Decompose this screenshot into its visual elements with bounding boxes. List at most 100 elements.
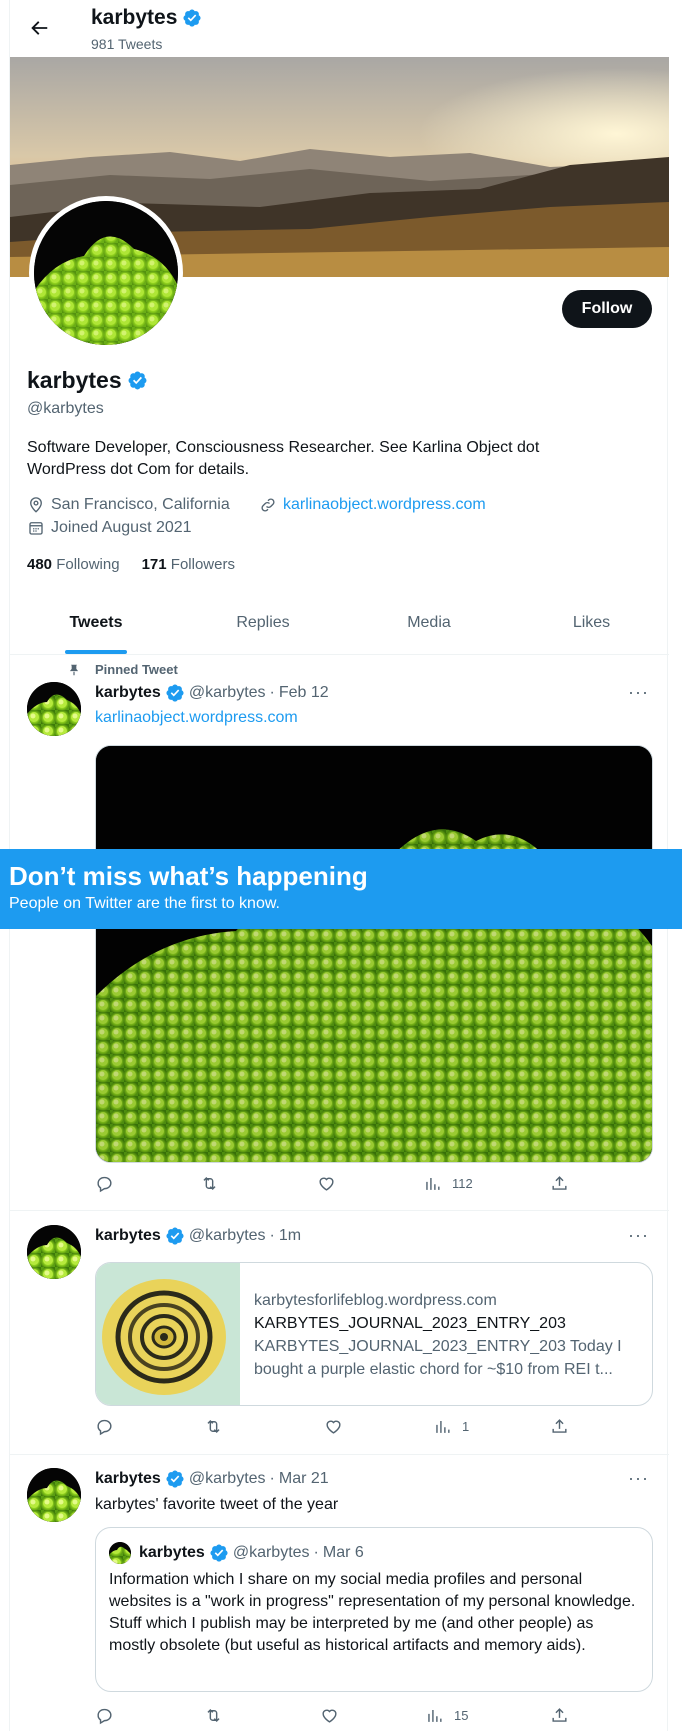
verified-badge-icon [209,1543,229,1563]
tab-label: Tweets [69,614,123,631]
retweet-icon [203,1176,216,1191]
joined-text: Joined August 2021 [51,519,192,536]
calendar-icon [29,522,43,535]
tweet-author-name[interactable]: karbytes [95,1470,161,1488]
share-button[interactable] [550,1417,569,1436]
tab-media[interactable]: Media [344,602,514,654]
like-button[interactable] [317,1174,336,1193]
tweet-text: karbytes' favorite tweet of the year [95,1496,339,1513]
link-preview-card[interactable]: karbytesforlifeblog.wordpress.com KARBYT… [95,1262,653,1406]
tweet-avatar[interactable] [27,682,81,736]
quoted-separator: · [313,1544,319,1561]
location-pin-icon [30,497,42,513]
tab-likes[interactable]: Likes [514,602,669,654]
quoted-time: Mar 6 [322,1544,364,1561]
reply-button[interactable] [95,1417,114,1436]
tweet-media-image[interactable] [95,745,653,1163]
profile-header: karbytes 981 Tweets [10,0,669,57]
profile-website[interactable]: karlinaobject.wordpress.com [259,496,486,514]
like-button[interactable] [324,1417,343,1436]
tweet-link-text[interactable]: karlinaobject.wordpress.com [95,707,298,729]
back-arrow-icon[interactable] [28,17,50,39]
tweet-avatar[interactable] [27,1468,81,1522]
verified-badge-icon [165,1469,185,1489]
tab-label: Likes [572,614,611,631]
website-link[interactable]: karlinaobject.wordpress.com [283,496,486,514]
quoted-author-handle: @karbytes [232,1544,310,1561]
follow-button[interactable]: Follow [562,290,652,328]
tweet-separator: · [269,1227,275,1244]
tab-tweets[interactable]: Tweets [10,602,182,654]
link-card-domain: karbytesforlifeblog.wordpress.com [254,1292,497,1309]
tweet-actions: 15 [95,1706,567,1726]
reply-button[interactable] [95,1174,114,1193]
share-button[interactable] [550,1174,569,1193]
tweet-header: karbytes @karbytes · 1m [95,1226,301,1246]
tweet-author-name[interactable]: karbytes [95,1227,161,1245]
views-count: 15 [454,1708,469,1723]
tweet-author-handle[interactable]: @karbytes [189,1470,266,1488]
quoted-author-name: karbytes [139,1544,205,1561]
tweet-separator: · [269,684,275,701]
tab-replies[interactable]: Replies [182,602,344,654]
signup-banner-title: Don’t miss what’s happening [9,861,368,891]
views-chart-icon [428,1709,442,1722]
more-options-icon[interactable]: ··· [628,682,649,703]
link-card-body: karbytesforlifeblog.wordpress.com KARBYT… [240,1263,652,1405]
signup-banner-subtitle: People on Twitter are the first to know. [9,895,280,912]
tweet-actions: 1 [95,1417,567,1437]
pinned-label: Pinned Tweet [95,662,178,677]
profile-bio: Software Developer, Consciousness Resear… [27,439,540,478]
reply-icon [97,1419,112,1436]
profile-display-name: karbytes [27,367,122,393]
header-tweet-count: 981 Tweets [91,36,163,52]
profile-avatar[interactable] [29,196,183,350]
quoted-tweet[interactable]: karbytes @karbytes · Mar 6 Information w… [95,1527,653,1692]
signup-prompt-banner[interactable]: Don’t miss what’s happening People on Tw… [0,849,682,929]
followers-label: Followers [170,556,235,573]
like-button[interactable] [320,1706,339,1725]
verified-badge-icon [182,8,202,28]
more-options-icon[interactable]: ··· [628,1468,649,1489]
retweet-button[interactable] [200,1174,219,1193]
tweet-time[interactable]: Feb 12 [279,684,329,702]
retweet-icon [207,1708,220,1723]
tweet-time[interactable]: Mar 21 [279,1470,329,1488]
quoted-tweet-text: Information which I share on my social m… [109,1571,636,1654]
views-count: 1 [462,1419,470,1434]
views-count: 112 [452,1176,473,1191]
tweet-header: karbytes @karbytes · Mar 21 [95,1469,329,1489]
verified-badge-icon [127,370,148,391]
reply-icon [97,1176,112,1193]
quoted-tweet-avatar [109,1542,131,1564]
pin-icon [69,664,79,675]
header-title: karbytes [91,6,202,30]
link-card-title: KARBYTES_JOURNAL_2023_ENTRY_203 [254,1315,566,1332]
more-options-icon[interactable]: ··· [628,1225,649,1246]
views-button[interactable]: 1 [433,1417,469,1436]
header-name: karbytes [91,6,178,29]
views-button[interactable]: 112 [423,1174,473,1193]
heart-icon [322,1709,337,1723]
following-link[interactable]: 480 Following [27,556,120,573]
link-icon [261,498,275,512]
share-icon [552,1708,567,1722]
retweet-button[interactable] [204,1417,223,1436]
reply-button[interactable] [95,1706,114,1725]
profile-tabs: Tweets Replies Media Likes [10,602,669,655]
followers-link[interactable]: 171 Followers [142,556,235,573]
tweet-author-handle[interactable]: @karbytes [189,684,266,702]
tweet-avatar[interactable] [27,1225,81,1279]
views-chart-icon [426,1177,440,1190]
tweet-author-handle[interactable]: @karbytes [189,1227,266,1245]
link-card-description: KARBYTES_JOURNAL_2023_ENTRY_203 Today I … [254,1338,622,1378]
share-icon [552,1419,567,1433]
views-button[interactable]: 15 [425,1706,468,1725]
quoted-tweet-header: karbytes @karbytes · Mar 6 [109,1542,364,1564]
retweet-button[interactable] [204,1706,223,1725]
tweet-time[interactable]: 1m [279,1227,301,1245]
retweet-icon [207,1419,220,1434]
share-button[interactable] [550,1706,569,1725]
tweet-author-name[interactable]: karbytes [95,684,161,702]
profile-joined: Joined August 2021 [27,519,192,537]
